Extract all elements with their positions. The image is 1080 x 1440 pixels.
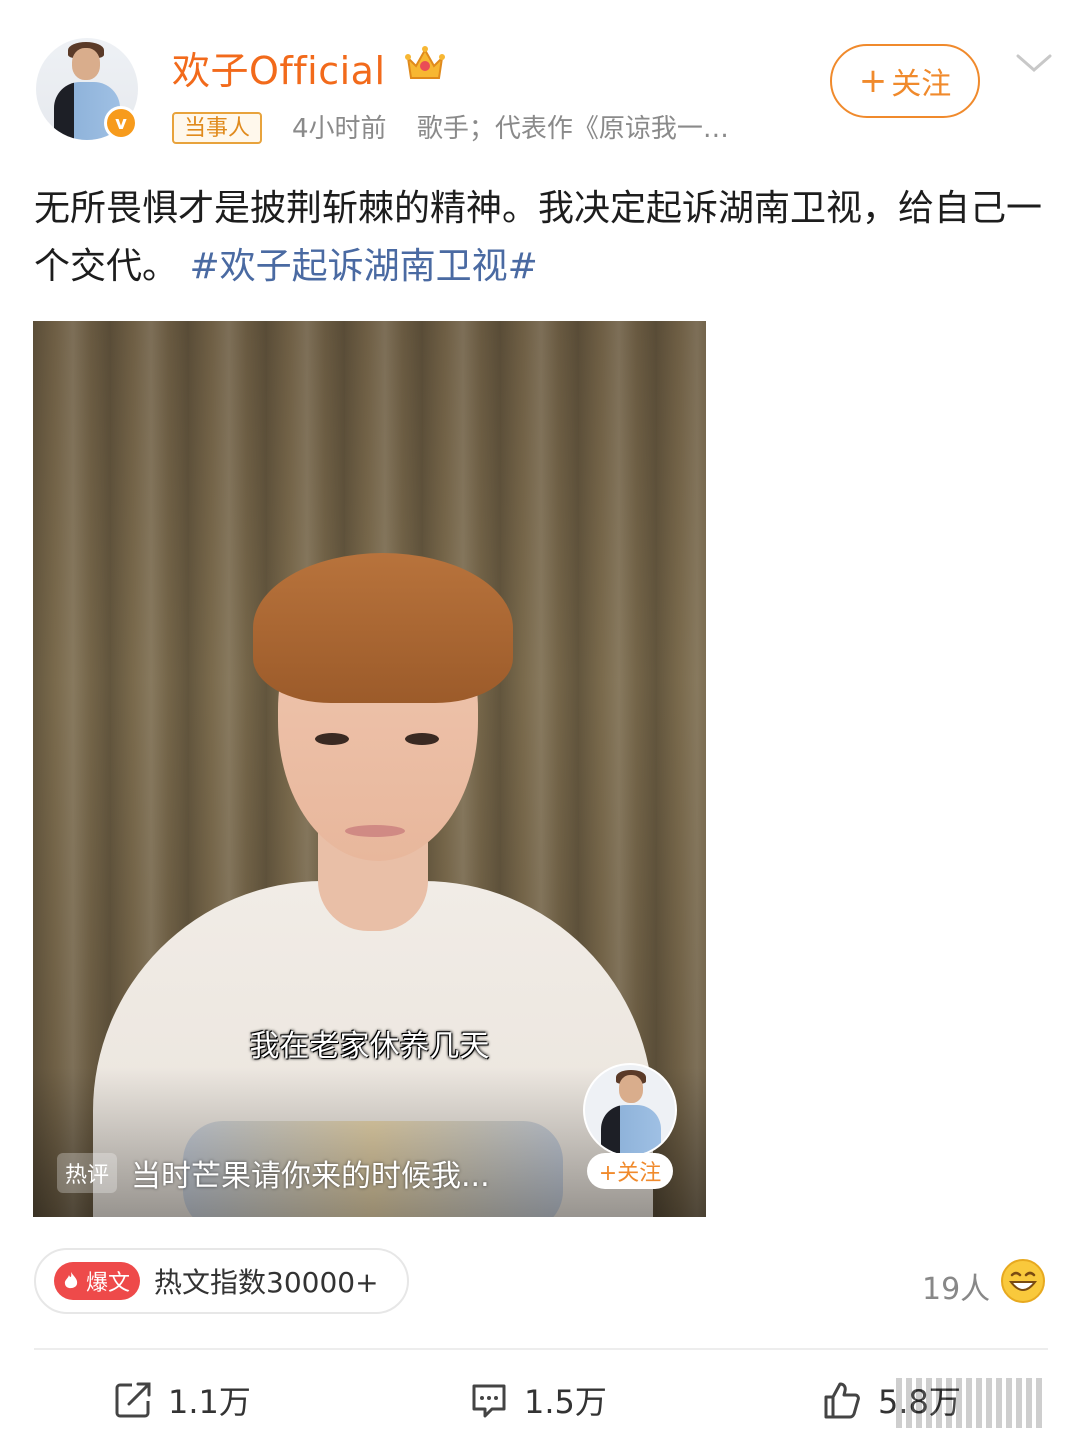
comment-button[interactable]: 1.5万 <box>468 1372 607 1428</box>
hot-index-text: 热文指数30000+ <box>154 1266 379 1299</box>
post-text: 无所畏惧才是披荆斩棘的精神。我决定起诉湖南卫视，给自己一个交代。 #欢子起诉湖南… <box>34 180 1054 296</box>
chevron-down-icon[interactable] <box>1014 48 1054 78</box>
grin-emoji-icon[interactable] <box>1000 1258 1046 1304</box>
hot-comment[interactable]: 热评 当时芒果请你来的时候我... <box>57 1153 490 1194</box>
hashtag-link[interactable]: #欢子起诉湖南卫视# <box>189 246 537 287</box>
follow-button[interactable]: + 关注 <box>830 44 980 118</box>
hot-badge: 爆文 <box>54 1262 141 1300</box>
share-icon <box>115 1382 151 1418</box>
like-icon <box>824 1382 860 1419</box>
flame-icon <box>64 1272 78 1289</box>
video-subtitle: 我在老家休养几天 <box>249 1029 490 1064</box>
follow-label: 关注 <box>891 67 952 102</box>
share-count: 1.1万 <box>168 1383 251 1421</box>
watermark-overlay <box>896 1378 1046 1428</box>
author-bio: 歌手；代表作《原谅我一… <box>416 114 729 144</box>
divider <box>34 1348 1048 1350</box>
hot-comment-text: 当时芒果请你来的时候我... <box>131 1159 490 1194</box>
crown-icon <box>405 46 445 79</box>
hot-comment-tag: 热评 <box>57 1153 118 1193</box>
author-name[interactable]: 欢子Official <box>172 40 386 95</box>
comment-count: 1.5万 <box>524 1383 607 1421</box>
hot-index-pill[interactable]: 爆文 热文指数30000+ <box>34 1248 409 1314</box>
post-body: 无所畏惧才是披荆斩棘的精神。我决定起诉湖南卫视，给自己一个交代。 <box>34 188 1043 287</box>
video-player[interactable]: 我在老家休养几天 +关注 热评 当时芒果请你来的时候我... <box>33 321 706 1217</box>
share-button[interactable]: 1.1万 <box>112 1372 251 1428</box>
author-tag-badge: 当事人 <box>172 112 263 144</box>
plus-icon: + <box>858 61 888 101</box>
comment-icon <box>472 1384 506 1418</box>
hot-badge-label: 爆文 <box>86 1271 131 1296</box>
video-author-avatar[interactable] <box>583 1063 677 1157</box>
reaction-people-count: 19人 <box>922 1272 991 1307</box>
post-time: 4小时前 <box>292 114 387 144</box>
video-follow-button[interactable]: +关注 <box>587 1153 673 1189</box>
post-meta: 4小时前 歌手；代表作《原谅我一… <box>292 112 729 146</box>
verified-icon: v <box>104 106 138 140</box>
